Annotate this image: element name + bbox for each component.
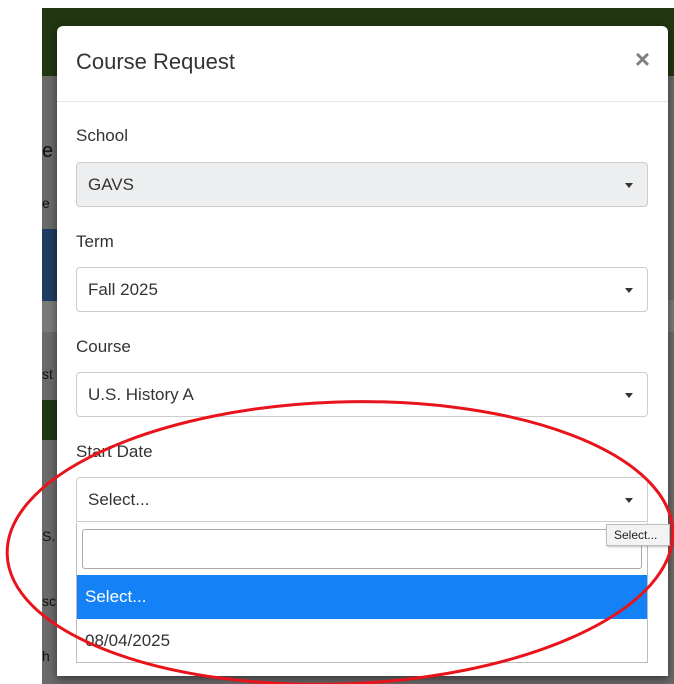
start-date-select[interactable]: Select...: [76, 477, 648, 522]
dropdown-option-date[interactable]: 08/04/2025: [77, 619, 647, 663]
modal-title: Course Request: [76, 49, 235, 74]
background-text-fragment: S.: [42, 528, 56, 544]
course-label: Course: [76, 337, 131, 356]
chevron-down-icon: [625, 183, 633, 188]
close-icon[interactable]: ×: [635, 46, 650, 72]
school-select-value: GAVS: [88, 175, 134, 194]
term-label: Term: [76, 232, 114, 251]
term-select-value: Fall 2025: [88, 280, 158, 299]
chevron-down-icon: [625, 393, 633, 398]
background-text-fragment: h: [42, 648, 50, 664]
course-request-modal: Course Request × School GAVS Term Fall 2…: [57, 26, 668, 676]
course-select-value: U.S. History A: [88, 385, 194, 404]
start-date-select-value: Select...: [88, 490, 150, 509]
chevron-down-icon: [625, 498, 633, 503]
school-select[interactable]: GAVS: [76, 162, 648, 207]
background-text-fragment: st: [42, 366, 53, 382]
dropdown-option-select[interactable]: Select...: [77, 575, 647, 619]
background-text-fragment: e: [42, 195, 50, 211]
tooltip: Select...: [606, 524, 670, 546]
background-text-fragment: sc: [42, 593, 56, 609]
term-select[interactable]: Fall 2025: [76, 267, 648, 312]
chevron-down-icon: [625, 288, 633, 293]
course-select[interactable]: U.S. History A: [76, 372, 648, 417]
modal-header: Course Request ×: [57, 26, 668, 102]
dropdown-search-input[interactable]: [82, 529, 642, 569]
background-text-fragment: e: [42, 140, 54, 162]
school-label: School: [76, 126, 128, 145]
start-date-label: Start Date: [76, 442, 153, 461]
start-date-dropdown: Select... 08/04/2025: [76, 523, 648, 663]
